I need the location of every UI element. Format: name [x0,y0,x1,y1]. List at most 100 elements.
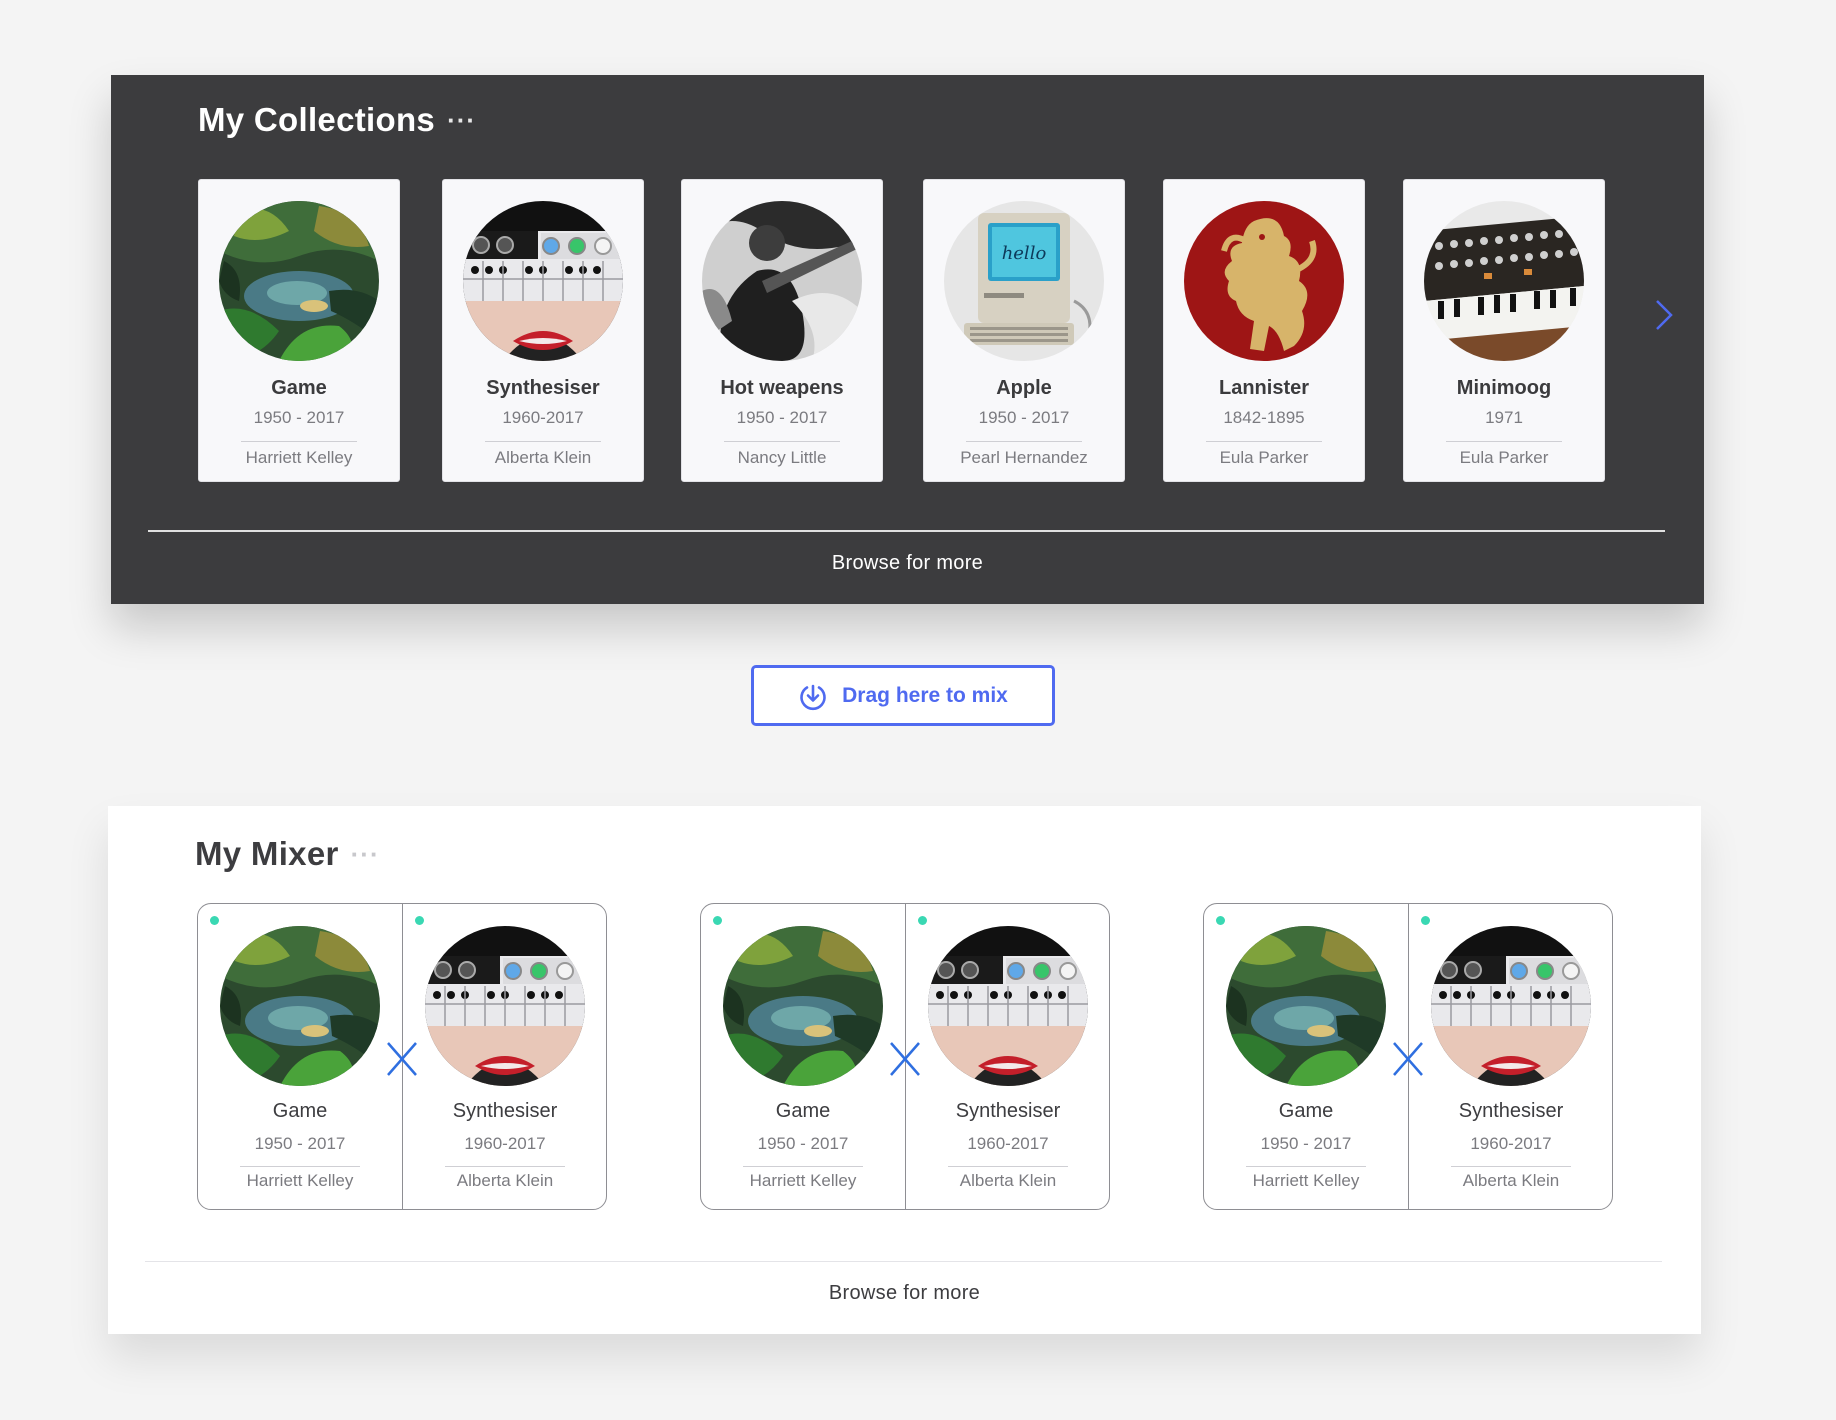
collection-years: 1960-2017 [502,408,584,427]
lion-crest-image [1184,201,1344,361]
mix-right-item: Synthesiser 1960-2017 Alberta Klein [1409,904,1613,1209]
collections-more-icon[interactable]: ··· [447,105,476,136]
chevron-right-icon[interactable] [1654,298,1674,332]
mixer-header: My Mixer ··· [195,835,380,873]
collection-owner: Eula Parker [1459,448,1549,467]
mix-item-years: 1960-2017 [967,1134,1049,1153]
mix-right-item: Synthesiser 1960-2017 Alberta Klein [906,904,1110,1209]
collection-card[interactable]: Lannister 1842-1895 Eula Parker [1163,179,1365,482]
mix-card[interactable]: Game 1950 - 2017 Harriett Kelley Synthes… [1203,903,1613,1210]
mix-item-name: Game [272,1100,328,1122]
mix-item-name: Synthesiser [955,1100,1061,1122]
collection-owner: Alberta Klein [494,448,592,467]
bw-photo-image [702,201,862,361]
cross-icon [1393,1042,1423,1076]
forest-scene-image [1226,926,1386,1086]
mix-left-item: Game 1950 - 2017 Harriett Kelley [1204,904,1408,1209]
divider [445,1166,565,1167]
collection-years: 1971 [1485,408,1523,427]
status-dot [1421,916,1430,925]
mixer-panel: My Mixer ··· Game 1950 - 2017 Harriett K… [108,806,1701,1334]
collection-owner: Nancy Little [737,448,827,467]
divider [241,441,357,442]
divider [485,441,601,442]
mix-item-name: Synthesiser [1458,1100,1564,1122]
collection-card[interactable]: Synthesiser 1960-2017 Alberta Klein [442,179,644,482]
forest-scene-image [219,201,379,361]
mix-card[interactable]: Game 1950 - 2017 Harriett Kelley Synthes… [197,903,607,1210]
download-circle-icon [800,684,826,710]
collection-name: Game [271,377,327,399]
mix-item-name: Game [1278,1100,1334,1122]
collection-owner: Pearl Hernandez [960,448,1088,467]
drag-to-mix-label: Drag here to mix [842,683,1008,707]
browse-more-link[interactable]: Browse for more [111,552,1704,575]
mix-item-years: 1950 - 2017 [1260,1134,1352,1153]
divider [148,530,1665,532]
mix-item-years: 1950 - 2017 [757,1134,849,1153]
collection-years: 1950 - 2017 [978,408,1070,427]
synth-keyboard-image [425,926,585,1086]
collection-owner: Eula Parker [1219,448,1309,467]
divider [145,1261,1662,1262]
macintosh-image [944,201,1104,361]
collections-header: My Collections ··· [198,101,476,139]
collection-card[interactable]: Apple 1950 - 2017 Pearl Hernandez [923,179,1125,482]
drag-to-mix-button[interactable]: Drag here to mix [751,665,1055,726]
collection-years: 1950 - 2017 [253,408,345,427]
mix-item-owner: Alberta Klein [456,1171,554,1190]
mix-item-name: Game [775,1100,831,1122]
mix-card[interactable]: Game 1950 - 2017 Harriett Kelley Synthes… [700,903,1110,1210]
mix-right-item: Synthesiser 1960-2017 Alberta Klein [403,904,607,1209]
cross-icon [387,1042,417,1076]
collection-name: Synthesiser [486,377,600,399]
mix-item-owner: Alberta Klein [1462,1171,1560,1190]
divider [743,1166,863,1167]
mixer-title: My Mixer [195,835,339,872]
mix-item-owner: Alberta Klein [959,1171,1057,1190]
divider [966,441,1082,442]
mix-item-years: 1950 - 2017 [254,1134,346,1153]
synth-keyboard-image [463,201,623,361]
divider [1446,441,1562,442]
collections-panel: My Collections ··· Game 1950 - 2017 Harr… [111,75,1704,604]
divider [1246,1166,1366,1167]
mix-item-owner: Harriett Kelley [749,1171,857,1190]
synth-keyboard-image [928,926,1088,1086]
forest-scene-image [723,926,883,1086]
mix-item-years: 1960-2017 [1470,1134,1552,1153]
mix-item-years: 1960-2017 [464,1134,546,1153]
status-dot [415,916,424,925]
collections-title: My Collections [198,101,436,138]
collection-name: Lannister [1218,377,1310,399]
divider [240,1166,360,1167]
mixer-more-icon[interactable]: ··· [351,839,380,870]
mix-item-owner: Harriett Kelley [246,1171,354,1190]
divider [1206,441,1322,442]
browse-more-link[interactable]: Browse for more [108,1282,1701,1305]
synth-keyboard-image [1431,926,1591,1086]
status-dot [1216,916,1225,925]
divider [948,1166,1068,1167]
divider [1451,1166,1571,1167]
mix-item-owner: Harriett Kelley [1252,1171,1360,1190]
collection-years: 1842-1895 [1223,408,1305,427]
collection-years: 1950 - 2017 [736,408,828,427]
collection-card[interactable]: Hot weapens 1950 - 2017 Nancy Little [681,179,883,482]
forest-scene-image [220,926,380,1086]
collection-card[interactable]: Game 1950 - 2017 Harriett Kelley [198,179,400,482]
collection-name: Minimoog [1456,377,1552,399]
status-dot [210,916,219,925]
collection-card[interactable]: Minimoog 1971 Eula Parker [1403,179,1605,482]
mix-left-item: Game 1950 - 2017 Harriett Kelley [701,904,905,1209]
collection-name: Apple [996,377,1052,399]
collection-owner: Harriett Kelley [245,448,353,467]
minimoog-image [1424,201,1584,361]
status-dot [713,916,722,925]
mix-left-item: Game 1950 - 2017 Harriett Kelley [198,904,402,1209]
cross-icon [890,1042,920,1076]
status-dot [918,916,927,925]
divider [724,441,840,442]
collection-name: Hot weapens [720,377,844,399]
mix-item-name: Synthesiser [452,1100,558,1122]
